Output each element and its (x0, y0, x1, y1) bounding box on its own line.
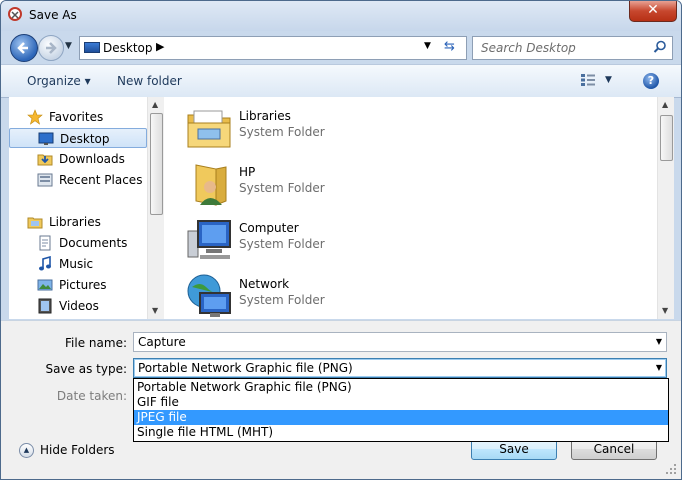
address-location[interactable]: Desktop (103, 41, 153, 55)
change-view-icon[interactable] (581, 74, 595, 86)
scroll-up-icon[interactable]: ▲ (662, 100, 668, 109)
list-item-libraries[interactable]: Libraries System Folder (186, 103, 426, 153)
sidebar-item-label: Music (59, 257, 94, 271)
file-name: Computer (239, 221, 299, 235)
file-type: System Folder (239, 125, 325, 139)
save-as-type-value[interactable]: Portable Network Graphic file (PNG) (138, 361, 353, 375)
recent-places-icon (37, 173, 53, 187)
sidebar-item-label: Recent Places (59, 173, 143, 187)
list-item-computer[interactable]: Computer System Folder (186, 215, 426, 265)
list-item-network[interactable]: Network System Folder (186, 271, 426, 321)
file-type: System Folder (239, 237, 325, 251)
desktop-icon (84, 42, 100, 53)
sidebar-item-music[interactable]: Music (9, 254, 147, 274)
scroll-down-icon[interactable]: ▼ (152, 306, 158, 315)
search-icon[interactable] (653, 40, 667, 54)
list-item-hp[interactable]: HP System Folder (186, 159, 426, 209)
sidebar-favorites-header[interactable]: Favorites (9, 107, 147, 127)
sidebar-libraries-header[interactable]: Libraries (9, 212, 147, 232)
dropdown-option[interactable]: Single file HTML (MHT) (134, 425, 668, 440)
scroll-up-icon[interactable]: ▲ (152, 100, 158, 109)
collapse-up-icon: ▲ (19, 443, 34, 458)
dropdown-option-highlighted[interactable]: JPEG file (134, 410, 668, 425)
chevron-down-icon[interactable]: ▼ (656, 363, 662, 372)
scrollbar-thumb[interactable] (660, 115, 673, 161)
star-icon (27, 109, 43, 125)
pictures-icon (37, 279, 53, 291)
file-pane-scrollbar[interactable]: ▲ ▼ (657, 97, 674, 319)
file-name: HP (239, 165, 256, 179)
back-button[interactable] (10, 34, 38, 62)
dropdown-option[interactable]: GIF file (134, 395, 668, 410)
libraries-icon (27, 217, 43, 229)
sidebar-item-pictures[interactable]: Pictures (9, 275, 147, 295)
snipping-tool-icon (8, 7, 22, 21)
address-bar[interactable]: Desktop ▶ ▼ ⇆ (79, 36, 467, 60)
network-icon (187, 274, 231, 317)
new-folder-button[interactable]: New folder (117, 74, 182, 88)
view-options-dropdown-icon[interactable]: ▼ (605, 75, 612, 85)
resize-grip-icon[interactable] (665, 463, 677, 475)
scrollbar-thumb[interactable] (150, 113, 163, 215)
file-name-value[interactable]: Capture (138, 335, 186, 349)
help-icon[interactable]: ? (643, 73, 659, 89)
chevron-right-icon[interactable]: ▶ (156, 40, 164, 53)
forward-arrow-icon (46, 42, 57, 54)
scroll-down-icon[interactable]: ▼ (662, 306, 668, 315)
close-button[interactable]: ✕ (629, 1, 677, 22)
window-title: Save As (29, 8, 77, 22)
refresh-icon[interactable]: ⇆ (444, 39, 455, 54)
sidebar-item-label: Pictures (59, 278, 107, 292)
music-icon (39, 256, 51, 271)
sidebar-item-recent-places[interactable]: Recent Places (9, 170, 147, 190)
address-dropdown-icon[interactable]: ▼ (424, 41, 431, 51)
navigation-bar: ▼ Desktop ▶ ▼ ⇆ Search Desktop (1, 31, 681, 63)
title-bar[interactable]: Save As ✕ (1, 1, 681, 31)
recent-pages-dropdown-icon[interactable]: ▼ (65, 41, 72, 51)
downloads-icon (37, 154, 53, 166)
dropdown-option[interactable]: Portable Network Graphic file (PNG) (134, 380, 668, 395)
sidebar-item-desktop[interactable]: Desktop (9, 128, 147, 148)
sidebar-item-label: Downloads (59, 152, 125, 166)
file-name: Libraries (239, 109, 291, 123)
navigation-pane: Favorites Desktop Downloads Recent Place… (9, 97, 164, 319)
sidebar-item-downloads[interactable]: Downloads (9, 149, 147, 169)
search-placeholder: Search Desktop (481, 41, 576, 55)
file-name-label: File name: (65, 336, 127, 350)
save-type-dropdown-list: Portable Network Graphic file (PNG) GIF … (133, 378, 669, 442)
sidebar-item-videos[interactable]: Videos (9, 296, 147, 316)
forward-button[interactable] (38, 35, 64, 61)
hide-folders-label: Hide Folders (40, 443, 115, 457)
save-as-dialog: Save As ✕ ▼ Desktop ▶ ▼ ⇆ Search Desktop… (0, 0, 682, 480)
sidebar-item-label: Desktop (60, 132, 110, 146)
file-type: System Folder (239, 293, 325, 307)
save-as-type-select[interactable]: Portable Network Graphic file (PNG) ▼ (133, 358, 667, 378)
sidebar-item-label: Videos (59, 299, 99, 313)
libraries-folder-icon (187, 110, 231, 148)
file-list-pane: Libraries System Folder HP System Folder… (164, 97, 674, 321)
back-arrow-icon (17, 42, 28, 54)
computer-icon (187, 220, 231, 259)
search-input[interactable]: Search Desktop (472, 36, 673, 60)
save-as-type-label: Save as type: (45, 362, 127, 376)
organize-button[interactable]: Organize ▾ (27, 74, 91, 88)
file-type: System Folder (239, 181, 325, 195)
chevron-down-icon[interactable]: ▼ (656, 337, 662, 346)
command-toolbar: Organize ▾ New folder ▼ ? (1, 64, 681, 98)
file-name-input[interactable]: Capture ▼ (133, 332, 667, 352)
navigation-pane-scrollbar[interactable]: ▲ ▼ (147, 97, 164, 319)
user-folder-icon (195, 164, 227, 206)
sidebar-libraries-label: Libraries (49, 215, 101, 229)
videos-icon (38, 298, 52, 314)
sidebar-item-label: Documents (59, 236, 128, 250)
documents-icon (39, 235, 51, 251)
date-taken-label: Date taken: (56, 389, 127, 403)
file-name: Network (239, 277, 290, 291)
desktop-icon (38, 132, 54, 145)
sidebar-favorites-label: Favorites (49, 110, 104, 124)
sidebar-item-documents[interactable]: Documents (9, 233, 147, 253)
